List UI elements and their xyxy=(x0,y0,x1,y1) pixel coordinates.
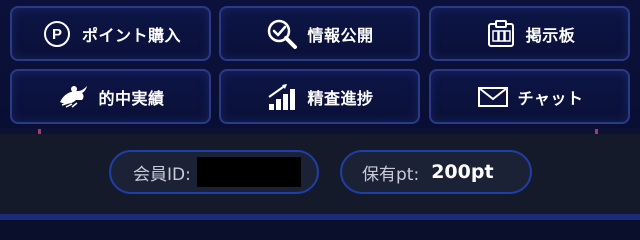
hit-record-button[interactable]: 的中実績 xyxy=(10,69,211,124)
points-value: 200pt xyxy=(431,161,494,183)
point-purchase-label: ポイント購入 xyxy=(81,25,181,45)
info-release-button[interactable]: 情報公開 xyxy=(219,6,420,61)
chat-label: チャット xyxy=(517,88,584,108)
member-id-redacted xyxy=(196,157,301,187)
page: P ポイント購入 情報公開 掲示板 的中実績 精査進捗 チャット 会員ID: 保… xyxy=(0,0,640,220)
review-progress-label: 精査進捗 xyxy=(307,88,374,108)
hit-record-label: 的中実績 xyxy=(98,88,165,108)
chat-button[interactable]: チャット xyxy=(429,69,630,124)
clipboard-icon xyxy=(484,17,518,51)
bulletin-board-button[interactable]: 掲示板 xyxy=(429,6,630,61)
member-id-pill: 会員ID: xyxy=(109,150,319,194)
magnifier-check-icon xyxy=(265,17,299,51)
info-release-label: 情報公開 xyxy=(307,25,374,45)
member-id-label: 会員ID: xyxy=(133,164,191,185)
point-coin-icon: P xyxy=(40,17,74,51)
points-label: 保有pt: xyxy=(362,164,420,185)
progress-bars-icon xyxy=(265,80,299,114)
point-purchase-button[interactable]: P ポイント購入 xyxy=(10,6,211,61)
points-pill: 保有pt: 200pt xyxy=(340,150,532,194)
account-bar: 会員ID: 保有pt: 200pt xyxy=(0,134,640,220)
menu-grid: P ポイント購入 情報公開 掲示板 的中実績 精査進捗 チャット xyxy=(0,0,640,134)
svg-text:P: P xyxy=(52,26,62,43)
bulletin-board-label: 掲示板 xyxy=(525,25,576,45)
horse-racing-icon xyxy=(56,80,90,114)
bottom-border xyxy=(0,214,640,220)
envelope-icon xyxy=(476,80,510,114)
review-progress-button[interactable]: 精査進捗 xyxy=(219,69,420,124)
